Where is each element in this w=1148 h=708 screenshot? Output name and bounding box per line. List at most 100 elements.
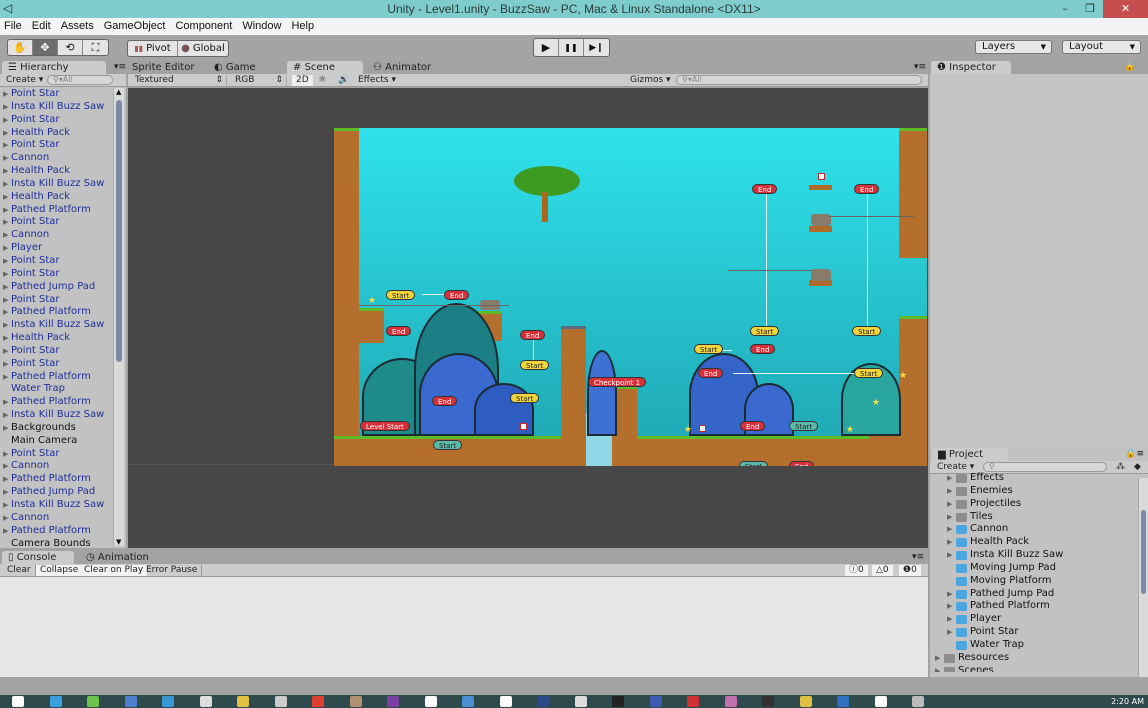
expand-arrow-icon[interactable]: ▶: [947, 472, 952, 485]
tab-inspector[interactable]: ❶ Inspector: [931, 61, 1011, 74]
expand-arrow-icon[interactable]: ▶: [947, 485, 952, 498]
expand-arrow-icon[interactable]: ▶: [935, 665, 940, 672]
hierarchy-item[interactable]: ▶ Point Star: [0, 448, 112, 461]
taskbar-app-icon[interactable]: [237, 696, 249, 707]
hierarchy-item[interactable]: ▶ Cannon: [0, 512, 112, 525]
level-canvas[interactable]: ★ ★ ★ ★ ★ Start End End End Start Start End Lev…: [334, 128, 927, 466]
hierarchy-item[interactable]: ▶ Cannon: [0, 152, 112, 165]
expand-arrow-icon[interactable]: ▶: [3, 371, 8, 384]
warning-count-toggle[interactable]: △0: [872, 565, 893, 576]
taskbar-app-icon[interactable]: [687, 696, 699, 707]
hierarchy-item[interactable]: Main Camera: [0, 435, 112, 448]
scrollbar-thumb[interactable]: [1141, 510, 1146, 594]
lock-icon[interactable]: 🔒≡: [1125, 449, 1144, 459]
expand-arrow-icon[interactable]: ▶: [947, 523, 952, 536]
menu-window[interactable]: Window: [238, 18, 287, 35]
hierarchy-item[interactable]: ▶ Point Star: [0, 294, 112, 307]
start-button-icon[interactable]: [12, 696, 24, 707]
path-start-gizmo[interactable]: Start: [510, 393, 540, 403]
hierarchy-scrollbar[interactable]: ▲ ▼: [113, 88, 124, 546]
taskbar-app-icon[interactable]: [162, 696, 174, 707]
hierarchy-item[interactable]: ▶ Player: [0, 242, 112, 255]
taskbar-app-icon[interactable]: [312, 696, 324, 707]
project-item[interactable]: ▶ Scenes: [933, 665, 1138, 672]
taskbar-app-icon[interactable]: [574, 696, 587, 707]
hierarchy-item[interactable]: ▶ Pathed Jump Pad: [0, 486, 112, 499]
move-tool-button[interactable]: ✥: [33, 40, 58, 55]
hierarchy-item[interactable]: ▶ Backgrounds: [0, 422, 112, 435]
expand-arrow-icon[interactable]: ▶: [3, 255, 8, 268]
taskbar-app-icon[interactable]: [424, 696, 437, 707]
lock-icon[interactable]: 🔒≡: [1118, 61, 1148, 85]
taskbar-app-icon[interactable]: [199, 696, 212, 707]
taskbar-app-icon[interactable]: [762, 696, 774, 707]
hierarchy-item[interactable]: ▶ Point Star: [0, 268, 112, 281]
hierarchy-item[interactable]: ▶ Cannon: [0, 229, 112, 242]
rotate-tool-button[interactable]: ⟲: [58, 40, 83, 55]
taskbar-app-icon[interactable]: [349, 696, 362, 707]
project-item[interactable]: ▶ Effects: [933, 472, 1138, 485]
path-start-gizmo[interactable]: Start: [520, 360, 550, 370]
hierarchy-item[interactable]: ▶ Pathed Platform: [0, 306, 112, 319]
expand-arrow-icon[interactable]: ▶: [3, 486, 8, 499]
taskbar-app-icon[interactable]: [274, 696, 287, 707]
tab-animation[interactable]: ◷ Animation: [80, 551, 155, 564]
path-end-gizmo[interactable]: End: [740, 421, 766, 431]
taskbar-app-icon[interactable]: [837, 696, 849, 707]
scrollbar-thumb[interactable]: [116, 100, 122, 362]
taskbar-app-icon[interactable]: [874, 696, 887, 707]
hierarchy-item[interactable]: ▶ Insta Kill Buzz Saw: [0, 499, 112, 512]
hierarchy-item[interactable]: Camera Bounds: [0, 538, 112, 548]
expand-arrow-icon[interactable]: ▶: [3, 229, 8, 242]
taskbar-app-icon[interactable]: [799, 696, 812, 707]
hierarchy-item[interactable]: ▶ Cannon: [0, 460, 112, 473]
expand-arrow-icon[interactable]: ▶: [947, 600, 952, 613]
project-item[interactable]: ▶ Enemies: [933, 485, 1138, 498]
expand-arrow-icon[interactable]: ▶: [3, 525, 8, 538]
2d-toggle[interactable]: 2D: [292, 75, 313, 86]
expand-arrow-icon[interactable]: ▶: [947, 549, 952, 562]
path-start-gizmo[interactable]: Start: [750, 326, 780, 336]
expand-arrow-icon[interactable]: ▶: [3, 178, 8, 191]
path-start-gizmo[interactable]: Start: [739, 461, 769, 466]
hierarchy-item[interactable]: ▶ Point Star: [0, 216, 112, 229]
taskbar-app-icon[interactable]: [387, 696, 399, 707]
hierarchy-item[interactable]: ▶ Health Pack: [0, 165, 112, 178]
hierarchy-item[interactable]: ▶ Point Star: [0, 255, 112, 268]
expand-arrow-icon[interactable]: ▶: [3, 152, 8, 165]
expand-arrow-icon[interactable]: ▶: [3, 101, 8, 114]
panel-menu-icon[interactable]: ▾≡: [908, 61, 932, 74]
scale-tool-button[interactable]: ⛶: [83, 40, 108, 55]
project-item[interactable]: Water Trap: [933, 639, 1138, 652]
gizmos-dropdown[interactable]: Gizmos ▾: [626, 75, 675, 86]
tab-sprite-editor[interactable]: Sprite Editor: [126, 61, 200, 74]
error-count-toggle[interactable]: ❶0: [899, 565, 921, 576]
path-start-gizmo[interactable]: Start: [852, 326, 882, 336]
hierarchy-item[interactable]: ▶ Insta Kill Buzz Saw: [0, 409, 112, 422]
project-scrollbar[interactable]: [1138, 478, 1148, 678]
taskbar-app-icon[interactable]: [537, 696, 549, 707]
scene-view[interactable]: ★ ★ ★ ★ ★ Start End End End Start Start End Lev…: [128, 88, 928, 548]
hierarchy-item[interactable]: ▶ Insta Kill Buzz Saw: [0, 101, 112, 114]
expand-arrow-icon[interactable]: ▶: [935, 652, 940, 665]
effects-dropdown[interactable]: Effects ▾: [354, 75, 400, 86]
menu-gameobject[interactable]: GameObject: [100, 18, 172, 35]
taskbar-app-icon[interactable]: [124, 696, 137, 707]
expand-arrow-icon[interactable]: ▶: [3, 165, 8, 178]
expand-arrow-icon[interactable]: ▶: [3, 396, 8, 409]
audio-toggle-icon[interactable]: 🔊: [334, 75, 353, 86]
taskbar-app-icon[interactable]: [649, 696, 662, 707]
expand-arrow-icon[interactable]: ▶: [3, 460, 8, 473]
close-button[interactable]: ✕: [1103, 0, 1148, 18]
lighting-toggle-icon[interactable]: ☼: [314, 75, 330, 86]
pivot-button[interactable]: ▮▮ Pivot: [128, 41, 178, 56]
path-end-gizmo[interactable]: End: [520, 330, 546, 340]
hierarchy-item[interactable]: ▶ Health Pack: [0, 127, 112, 140]
taskbar-app-icon[interactable]: [724, 696, 737, 707]
scroll-up-icon[interactable]: ▲: [116, 88, 121, 96]
hierarchy-item[interactable]: ▶ Point Star: [0, 139, 112, 152]
color-mode-dropdown[interactable]: RGB ⇕: [231, 75, 287, 86]
restore-button[interactable]: ❐: [1077, 0, 1103, 18]
path-end-gizmo[interactable]: End: [750, 344, 776, 354]
expand-arrow-icon[interactable]: ▶: [3, 242, 8, 255]
